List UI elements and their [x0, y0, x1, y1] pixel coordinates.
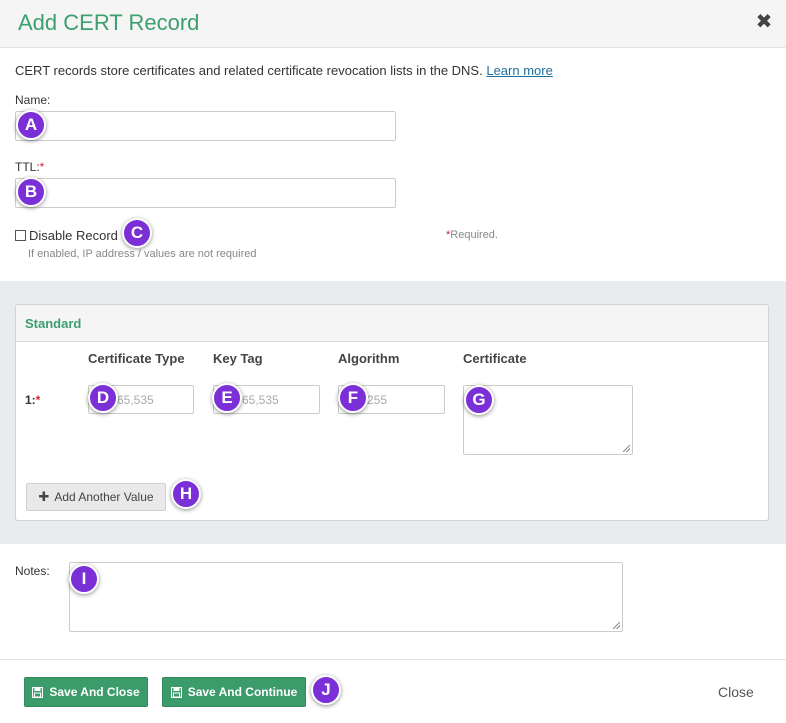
- column-header-certificate: Certificate: [463, 351, 527, 366]
- resize-handle-icon[interactable]: [613, 622, 620, 629]
- footer-divider: [0, 659, 786, 660]
- column-header-key-tag: Key Tag: [213, 351, 263, 366]
- badge-i: I: [69, 564, 99, 594]
- dialog-description: CERT records store certificates and rela…: [15, 63, 553, 78]
- standard-panel-header: Standard: [16, 305, 768, 342]
- dialog-title: Add CERT Record: [18, 10, 200, 35]
- standard-panel: Standard Certificate Type Key Tag Algori…: [15, 304, 769, 521]
- badge-c: C: [122, 218, 152, 248]
- row-label: 1:*: [25, 393, 40, 407]
- badge-j: J: [311, 675, 341, 705]
- dialog-header: Add CERT Record ✖: [0, 0, 786, 48]
- key-tag-placeholder: 65,535: [242, 393, 279, 407]
- save-icon: [170, 686, 182, 698]
- name-input[interactable]: [15, 111, 396, 141]
- ttl-label-text: TTL:: [15, 160, 40, 174]
- algorithm-placeholder: 255: [367, 393, 388, 407]
- badge-d: D: [88, 383, 118, 413]
- learn-more-link[interactable]: Learn more: [486, 63, 552, 78]
- plus-icon: ✚: [38, 489, 50, 504]
- notes-label: Notes:: [15, 564, 50, 578]
- required-note-text: Required.: [450, 229, 498, 241]
- badge-f: F: [338, 383, 368, 413]
- save-and-close-button[interactable]: Save And Close: [24, 677, 148, 707]
- required-star: *: [35, 393, 41, 407]
- badge-b: B: [16, 177, 46, 207]
- name-label: Name:: [15, 93, 51, 107]
- badge-h: H: [171, 479, 201, 509]
- required-star: *: [39, 160, 45, 174]
- save-and-continue-button[interactable]: Save And Continue: [162, 677, 306, 707]
- badge-g: G: [464, 385, 494, 415]
- description-text: CERT records store certificates and rela…: [15, 63, 483, 78]
- save-icon: [32, 686, 44, 698]
- disable-record-hint: If enabled, IP address / values are not …: [28, 248, 257, 260]
- ttl-label: TTL:*: [15, 160, 44, 174]
- standard-panel-title: Standard: [25, 316, 82, 331]
- notes-textarea[interactable]: [69, 562, 623, 632]
- row-number: 1:: [25, 393, 36, 407]
- column-header-certificate-type: Certificate Type: [88, 351, 185, 366]
- add-another-value-label: Add Another Value: [54, 490, 154, 504]
- save-and-continue-label: Save And Continue: [187, 685, 298, 699]
- badge-e: E: [212, 383, 242, 413]
- disable-record-label: Disable Record: [29, 228, 118, 243]
- disable-record-checkbox[interactable]: [15, 230, 26, 241]
- disable-record-row[interactable]: Disable Record: [15, 228, 118, 243]
- badge-a: A: [16, 110, 46, 140]
- add-another-value-button[interactable]: ✚ Add Another Value: [26, 483, 166, 511]
- close-link[interactable]: Close: [718, 684, 754, 700]
- column-header-algorithm: Algorithm: [338, 351, 400, 366]
- ttl-input[interactable]: [15, 178, 396, 208]
- close-icon[interactable]: ✖: [754, 12, 774, 32]
- certificate-type-placeholder: 65,535: [117, 393, 154, 407]
- required-note: *Required.: [446, 229, 498, 241]
- save-and-close-label: Save And Close: [49, 685, 140, 699]
- resize-handle-icon[interactable]: [623, 445, 630, 452]
